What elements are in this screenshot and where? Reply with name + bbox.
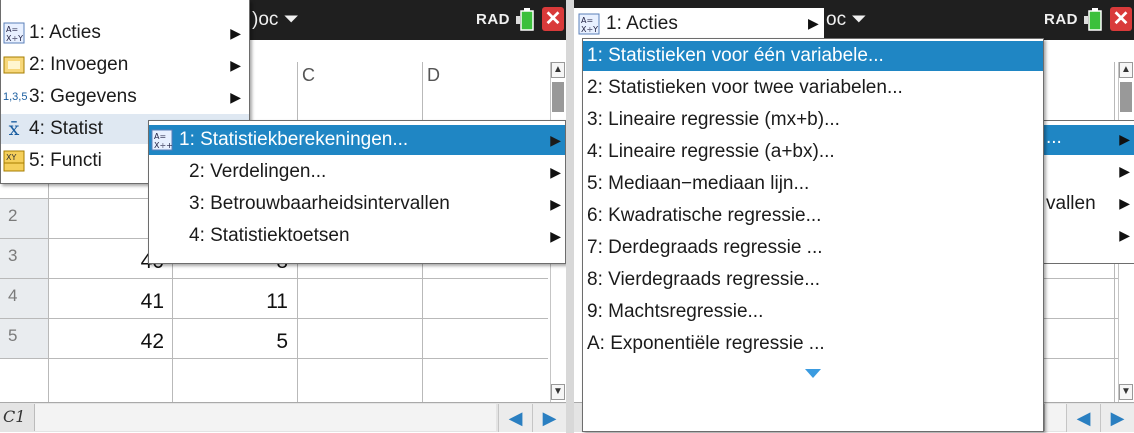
submenu-item-statistiekberekeningen[interactable]: A= X÷+ 1: Statistiekberekeningen... ▶	[149, 125, 565, 155]
menu-item-acties-behind[interactable]: A= X÷Y 1: Acties ▶	[574, 8, 824, 40]
entry-input[interactable]	[1044, 404, 1066, 431]
grid-line	[1044, 278, 1118, 279]
cell-a5[interactable]: 42	[52, 330, 164, 354]
close-icon[interactable]: ✕	[542, 7, 564, 31]
scroll-up-icon[interactable]: ▲	[1119, 62, 1133, 78]
title-bar: A= X÷Y 1: Acties ▶ oc ⏷ RAD ✕	[574, 0, 1134, 40]
scroll-down-icon[interactable]: ▼	[1119, 384, 1133, 400]
row-header[interactable]: 3	[0, 238, 48, 278]
menu-item-lineaire-abx[interactable]: 4: Lineaire regressie (a+bx)...	[583, 137, 1043, 167]
statistiek-submenu: A= X÷+ 1: Statistiekberekeningen... ▶ 2:…	[148, 120, 566, 264]
svg-text:A=: A=	[154, 132, 166, 141]
arrow-left-icon[interactable]: ◀	[498, 404, 532, 432]
grid-line	[0, 278, 548, 279]
menu-item-lineaire-mxb[interactable]: 3: Lineaire regressie (mx+b)...	[583, 105, 1043, 135]
arrow-right-icon[interactable]: ▶	[1100, 404, 1134, 432]
statistiek-submenu-behind: ... ▶ ▶ vallen ▶ ▶	[1044, 120, 1134, 264]
left-screenshot: )oc ⏷ RAD ✕ al C D 2 3 4 5 3 40 8 41	[0, 0, 566, 433]
scroll-thumb[interactable]	[1120, 82, 1132, 112]
grid-line	[0, 358, 548, 359]
submenu-arrow-icon: ▶	[230, 89, 241, 105]
submenu-item-selected[interactable]: ... ▶	[1044, 125, 1134, 155]
svg-text:A=: A=	[6, 25, 18, 34]
row-header[interactable]: 5	[0, 318, 48, 358]
menu-item-een-variabele[interactable]: 1: Statistieken voor één variabele...	[583, 41, 1043, 71]
actions-icon: A= X÷Y	[578, 13, 600, 35]
statistiekberekeningen-menu: 1: Statistieken voor één variabele... 2:…	[582, 38, 1044, 432]
submenu-arrow-icon: ▶	[230, 57, 241, 73]
menu-item-vierdegraads[interactable]: 8: Vierdegraads regressie...	[583, 265, 1043, 295]
submenu-item-statistiektoetsen[interactable]: 4: Statistiektoetsen ▶	[149, 221, 565, 251]
menu-item-mediaan-mediaan[interactable]: 5: Mediaan−mediaan lijn...	[583, 169, 1043, 199]
menu-item-machts[interactable]: 9: Machtsregressie...	[583, 297, 1043, 327]
submenu-item-verdelingen[interactable]: 2: Verdelingen... ▶	[149, 157, 565, 187]
scroll-up-icon[interactable]: ▲	[551, 62, 565, 78]
battery-icon	[516, 8, 534, 31]
submenu-arrow-icon: ▶	[550, 196, 561, 212]
menu-item-exponentieel[interactable]: A: Exponentiële regressie ...	[583, 329, 1043, 359]
submenu-arrow-icon: ▶	[230, 25, 241, 41]
chevron-down-icon: ⏷	[851, 9, 867, 30]
svg-text:X÷Y: X÷Y	[6, 34, 23, 43]
submenu-arrow-icon: ▶	[550, 228, 561, 244]
submenu-arrow-icon: ▶	[550, 132, 561, 148]
submenu-arrow-icon: ▶	[1119, 131, 1130, 147]
grid-line	[1044, 318, 1118, 319]
submenu-arrow-icon: ▶	[1119, 163, 1130, 179]
svg-text:A=: A=	[581, 16, 593, 25]
row-header[interactable]: 4	[0, 278, 48, 318]
angle-mode-label: RAD	[476, 11, 510, 28]
insert-icon	[3, 56, 25, 74]
actions-icon: A= X÷Y	[3, 22, 25, 44]
entry-line: C1 ◀ ▶	[0, 402, 566, 432]
panel-divider	[566, 0, 574, 433]
row-header[interactable]: 2	[0, 198, 48, 238]
submenu-arrow-icon: ▶	[1119, 195, 1130, 211]
menu-item-derdegraads[interactable]: 7: Derdegraads regressie ...	[583, 233, 1043, 263]
menu-item-gegevens[interactable]: 1,3,5 3: Gegevens ▶	[1, 82, 249, 112]
document-title[interactable]: )oc ⏷	[252, 9, 299, 31]
functions-icon: XY	[3, 150, 25, 172]
chevron-down-icon: ⏷	[283, 9, 299, 30]
entry-input[interactable]	[34, 404, 496, 431]
column-header-c[interactable]: C	[297, 62, 422, 110]
svg-text:X÷Y: X÷Y	[581, 25, 598, 34]
document-title[interactable]: oc ⏷	[826, 9, 867, 31]
close-icon[interactable]: ✕	[1110, 7, 1132, 31]
svg-text:XY: XY	[6, 153, 16, 162]
submenu-item-betrouwbaarheidsintervallen[interactable]: 3: Betrouwbaarheidsintervallen ▶	[149, 189, 565, 219]
calculations-icon: A= X÷+	[151, 129, 173, 151]
arrow-left-icon[interactable]: ◀	[1066, 404, 1100, 432]
grid-line	[1044, 358, 1118, 359]
cell-reference: C1	[3, 407, 26, 426]
cell-b5[interactable]: 5	[176, 330, 288, 354]
grid-line	[0, 318, 548, 319]
cell-b4[interactable]: 11	[176, 290, 288, 314]
scroll-thumb[interactable]	[552, 82, 564, 112]
column-header-d[interactable]: D	[422, 62, 547, 110]
submenu-arrow-icon: ▶	[1119, 227, 1130, 243]
scroll-down-icon[interactable]: ▼	[551, 384, 565, 400]
menu-item-kwadratisch[interactable]: 6: Kwadratische regressie...	[583, 201, 1043, 231]
right-screenshot: A= X÷Y 1: Acties ▶ oc ⏷ RAD ✕ ▲ ▼ ... ▶ …	[574, 0, 1134, 433]
data-icon: 1,3,5	[3, 91, 28, 103]
stat-mean-icon: x̄	[8, 118, 20, 140]
menu-item-twee-variabelen[interactable]: 2: Statistieken voor twee variabelen...	[583, 73, 1043, 103]
menu-item-invoegen[interactable]: 2: Invoegen ▶	[1, 50, 249, 80]
angle-mode-label: RAD	[1044, 11, 1078, 28]
arrow-right-icon[interactable]: ▶	[532, 404, 566, 432]
battery-icon	[1084, 8, 1102, 31]
more-items-down-icon[interactable]	[805, 369, 821, 378]
submenu-arrow-icon: ▶	[808, 15, 819, 31]
svg-text:X÷+: X÷+	[154, 141, 173, 150]
cell-a4[interactable]: 41	[52, 290, 164, 314]
submenu-arrow-icon: ▶	[550, 164, 561, 180]
menu-item-acties[interactable]: A= X÷Y 1: Acties ▶	[1, 18, 249, 48]
